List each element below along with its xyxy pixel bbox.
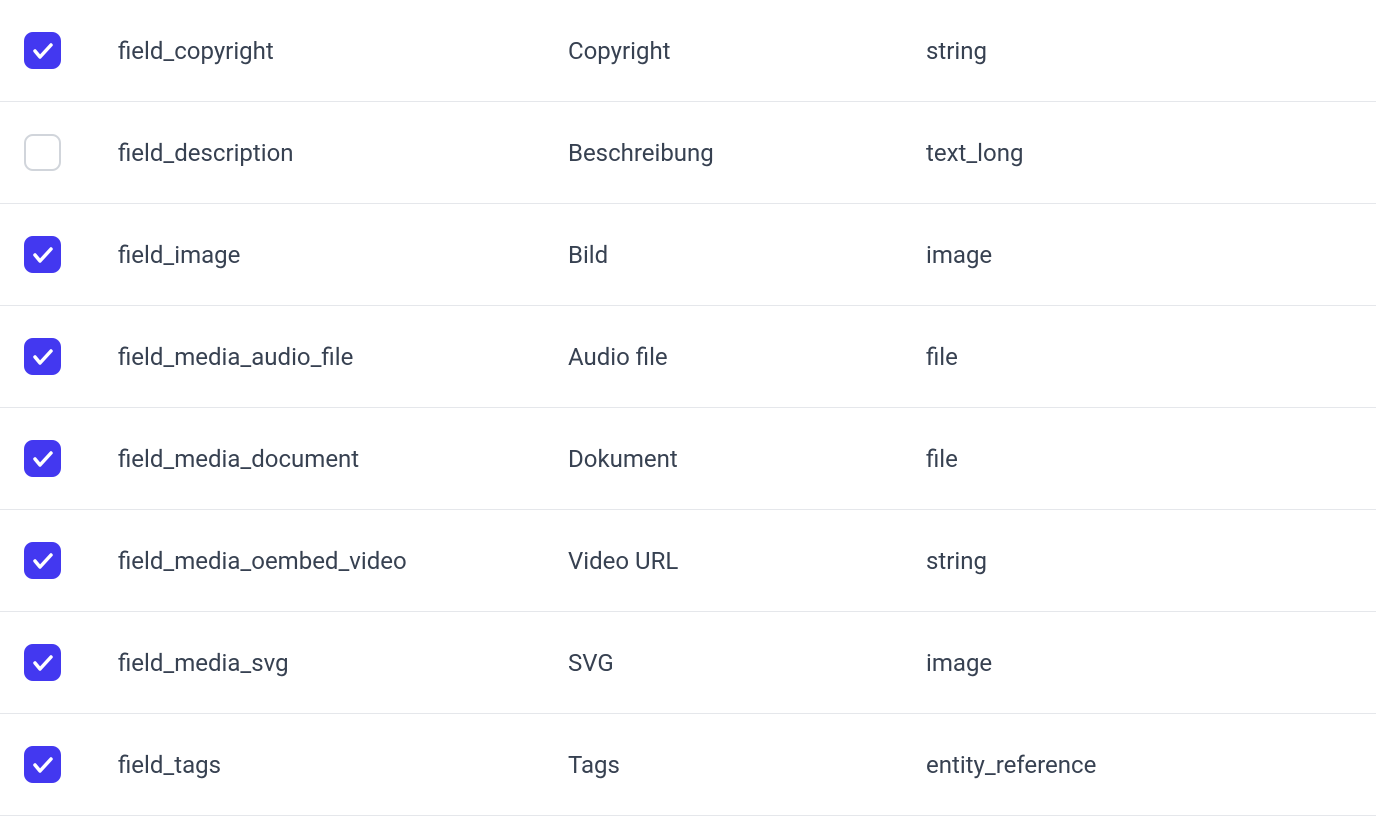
- field-checkbox[interactable]: [24, 440, 61, 477]
- field-name: field_media_document: [118, 445, 568, 473]
- field-name: field_description: [118, 139, 568, 167]
- table-row: field_media_svg SVG image: [0, 612, 1376, 714]
- field-name: field_media_svg: [118, 649, 568, 677]
- field-checkbox[interactable]: [24, 236, 61, 273]
- field-type: text_long: [926, 139, 1376, 167]
- field-label: SVG: [568, 649, 926, 677]
- field-type: file: [926, 343, 1376, 371]
- field-label: Beschreibung: [568, 139, 926, 167]
- field-name: field_copyright: [118, 37, 568, 65]
- field-name: field_media_audio_file: [118, 343, 568, 371]
- field-name: field_media_oembed_video: [118, 547, 568, 575]
- field-checkbox[interactable]: [24, 134, 61, 171]
- field-checkbox[interactable]: [24, 644, 61, 681]
- field-label: Audio file: [568, 343, 926, 371]
- table-row: field_copyright Copyright string: [0, 0, 1376, 102]
- field-name: field_tags: [118, 751, 568, 779]
- field-checkbox[interactable]: [24, 338, 61, 375]
- table-row: field_media_document Dokument file: [0, 408, 1376, 510]
- check-icon: [31, 39, 55, 63]
- field-type: string: [926, 37, 1376, 65]
- field-checkbox[interactable]: [24, 32, 61, 69]
- check-icon: [31, 549, 55, 573]
- field-label: Copyright: [568, 37, 926, 65]
- field-checkbox[interactable]: [24, 542, 61, 579]
- table-row: field_media_oembed_video Video URL strin…: [0, 510, 1376, 612]
- fields-table: field_copyright Copyright string field_d…: [0, 0, 1376, 816]
- check-icon: [31, 345, 55, 369]
- field-label: Video URL: [568, 547, 926, 575]
- check-icon: [31, 753, 55, 777]
- field-label: Dokument: [568, 445, 926, 473]
- table-row: field_tags Tags entity_reference: [0, 714, 1376, 816]
- check-icon: [31, 651, 55, 675]
- field-label: Tags: [568, 751, 926, 779]
- table-row: field_description Beschreibung text_long: [0, 102, 1376, 204]
- field-type: image: [926, 241, 1376, 269]
- table-row: field_image Bild image: [0, 204, 1376, 306]
- table-row: field_media_audio_file Audio file file: [0, 306, 1376, 408]
- check-icon: [31, 243, 55, 267]
- field-checkbox[interactable]: [24, 746, 61, 783]
- field-type: image: [926, 649, 1376, 677]
- field-type: file: [926, 445, 1376, 473]
- field-type: string: [926, 547, 1376, 575]
- field-type: entity_reference: [926, 751, 1376, 779]
- check-icon: [31, 447, 55, 471]
- field-label: Bild: [568, 241, 926, 269]
- field-name: field_image: [118, 241, 568, 269]
